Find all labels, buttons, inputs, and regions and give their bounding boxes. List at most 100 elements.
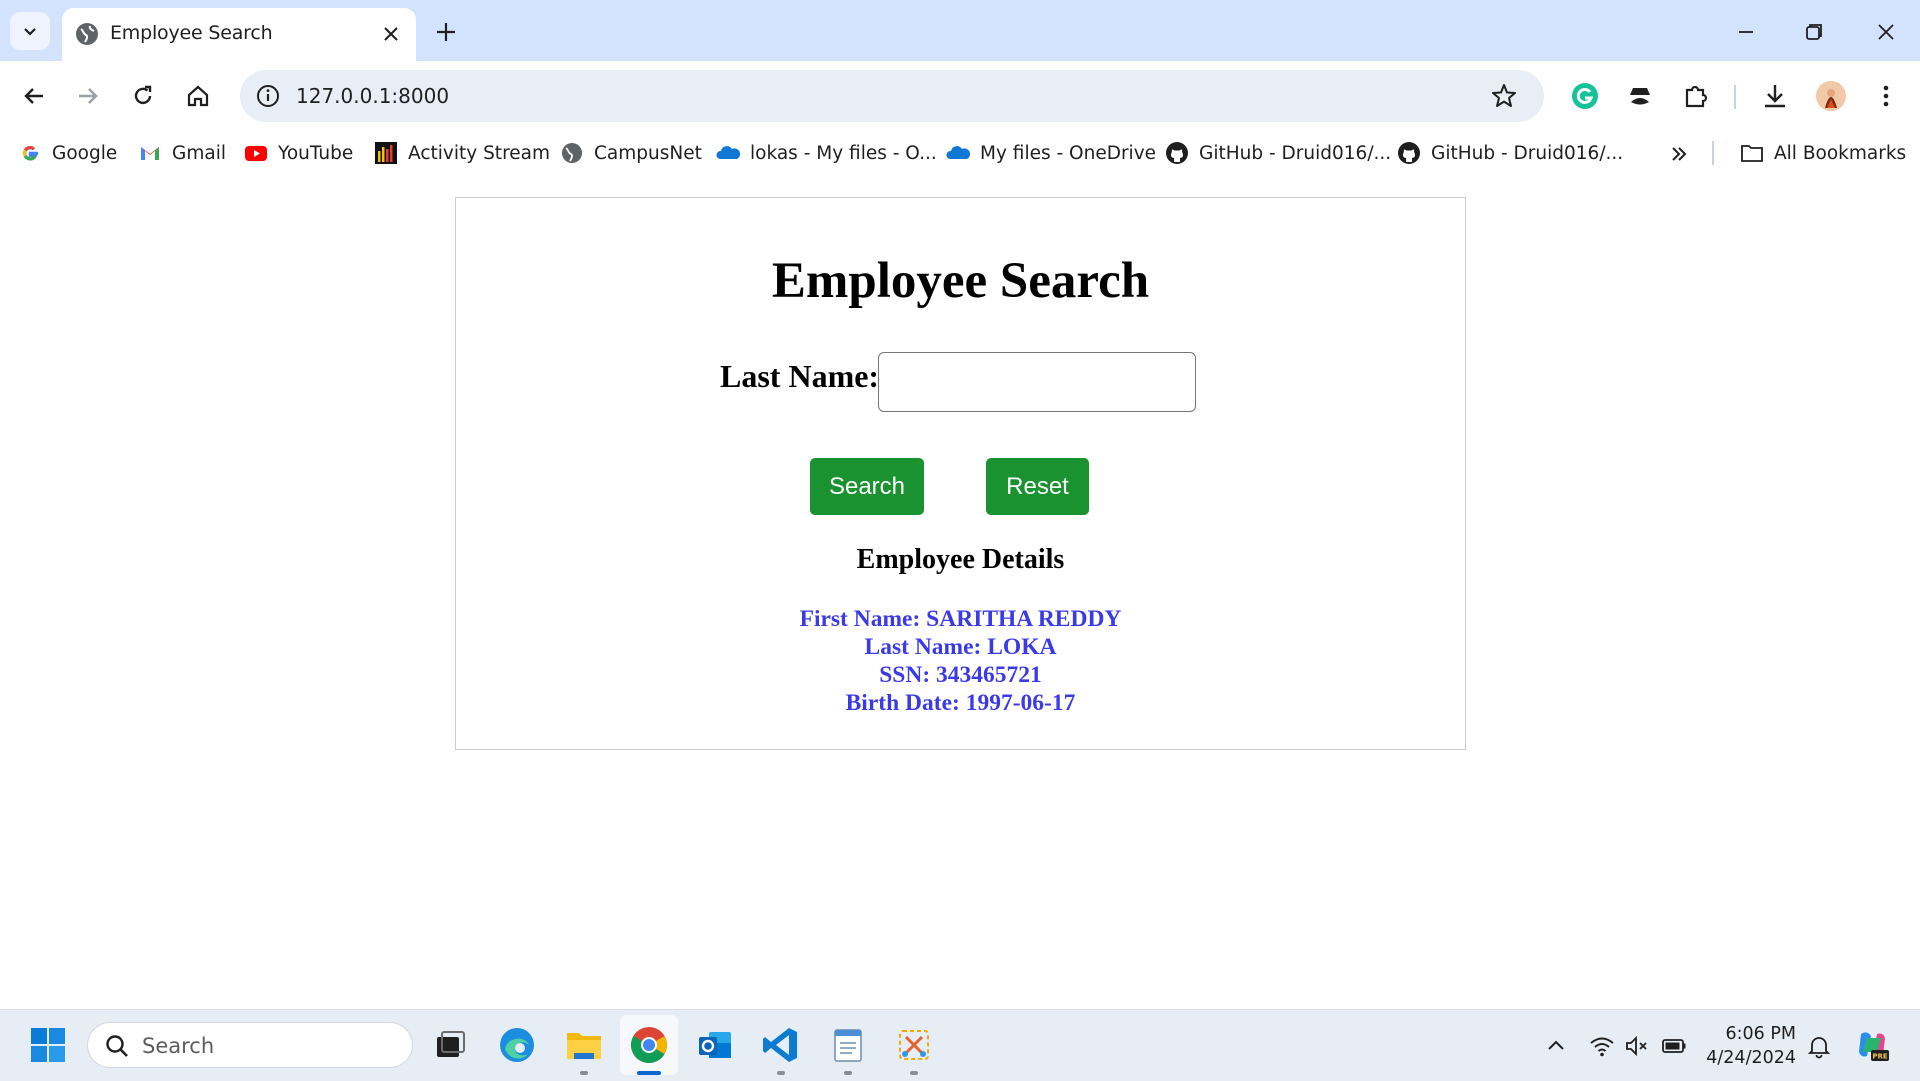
tab-title: Employee Search bbox=[110, 22, 273, 44]
minimize-icon[interactable] bbox=[1730, 16, 1762, 48]
chevron-up-icon[interactable] bbox=[1542, 1032, 1570, 1060]
github-icon bbox=[1166, 142, 1188, 164]
chrome-icon[interactable] bbox=[627, 1023, 671, 1067]
grammarly-icon[interactable] bbox=[1569, 80, 1601, 112]
running-indicator bbox=[910, 1071, 918, 1075]
snipping-tool-icon[interactable] bbox=[892, 1023, 936, 1067]
site-info-icon[interactable] bbox=[254, 82, 282, 110]
vscode-icon[interactable] bbox=[759, 1023, 803, 1067]
onedrive-icon bbox=[716, 146, 740, 159]
activity-stream-icon bbox=[375, 142, 397, 164]
system-clock[interactable]: 6:06 PM 4/24/2024 bbox=[1690, 1022, 1796, 1070]
github-icon bbox=[1398, 142, 1420, 164]
bookmark-label: GitHub - Druid016/... bbox=[1431, 142, 1624, 164]
edge-browser-icon[interactable] bbox=[495, 1023, 539, 1067]
toolbar-divider bbox=[1734, 85, 1736, 109]
home-icon[interactable] bbox=[182, 80, 214, 112]
reload-icon[interactable] bbox=[127, 80, 159, 112]
taskbar-search-label: Search bbox=[142, 1034, 215, 1058]
first-name-text: First Name: SARITHA REDDY bbox=[799, 606, 1122, 632]
bookmark-label: Gmail bbox=[172, 142, 226, 164]
copilot-icon[interactable]: PRE bbox=[1853, 1026, 1891, 1064]
tab-employee-search[interactable]: Employee Search bbox=[62, 8, 416, 61]
bookmark-label: My files - OneDrive bbox=[980, 142, 1157, 164]
bookmark-label: lokas - My files - O... bbox=[750, 142, 937, 164]
notepad-icon[interactable] bbox=[826, 1023, 870, 1067]
taskbar-search-box[interactable]: Search bbox=[87, 1022, 413, 1068]
employee-search-card: Employee Search Last Name: Search Reset … bbox=[455, 197, 1466, 750]
bookmark-label: Activity Stream bbox=[408, 142, 551, 164]
back-icon[interactable] bbox=[18, 80, 50, 112]
bookmarks-bar: Google Gmail YouTube Activity Stream Cam… bbox=[0, 131, 1920, 175]
bookmark-activity-stream[interactable]: Activity Stream bbox=[374, 139, 550, 167]
tab-search-button[interactable] bbox=[10, 12, 50, 50]
employee-details: First Name: SARITHA REDDY Last Name: LOK… bbox=[456, 605, 1465, 717]
bookmark-label: CampusNet bbox=[594, 142, 702, 164]
search-icon bbox=[106, 1035, 128, 1057]
globe-icon bbox=[76, 23, 98, 45]
onedrive-icon bbox=[946, 146, 970, 159]
browser-toolbar: 127.0.0.1:8000 bbox=[0, 61, 1920, 131]
bookmark-youtube[interactable]: YouTube bbox=[244, 139, 353, 167]
copilot-pre-badge: PRE bbox=[1872, 1053, 1888, 1061]
bookmark-github-2[interactable]: GitHub - Druid016/... bbox=[1397, 139, 1623, 167]
downloads-icon[interactable] bbox=[1759, 80, 1791, 112]
bookmark-label: GitHub - Druid016/... bbox=[1199, 142, 1392, 164]
forward-icon[interactable] bbox=[72, 80, 104, 112]
restore-icon[interactable] bbox=[1798, 16, 1830, 48]
bookmark-star-icon[interactable] bbox=[1490, 82, 1518, 110]
address-bar[interactable]: 127.0.0.1:8000 bbox=[240, 70, 1544, 122]
bookmarks-divider bbox=[1712, 141, 1714, 165]
task-view-icon[interactable] bbox=[428, 1023, 472, 1067]
youtube-icon bbox=[245, 146, 267, 161]
running-indicator bbox=[777, 1071, 785, 1075]
windows-start-icon[interactable] bbox=[26, 1023, 70, 1067]
battery-icon[interactable] bbox=[1660, 1032, 1688, 1060]
running-indicator bbox=[580, 1071, 588, 1075]
search-button[interactable]: Search bbox=[810, 458, 924, 515]
browser-tab-strip: Employee Search bbox=[0, 0, 1920, 61]
bookmark-google[interactable]: Google bbox=[18, 139, 117, 167]
last-name-input[interactable] bbox=[878, 352, 1196, 412]
last-name-label: Last Name: bbox=[720, 358, 880, 394]
bookmark-gmail[interactable]: Gmail bbox=[138, 139, 226, 167]
all-bookmarks-button[interactable]: All Bookmarks bbox=[1740, 139, 1906, 167]
bookmark-onedrive-myfiles[interactable]: My files - OneDrive bbox=[946, 139, 1156, 167]
outlook-icon[interactable] bbox=[693, 1023, 737, 1067]
url-text: 127.0.0.1:8000 bbox=[296, 84, 450, 108]
folder-icon bbox=[1741, 145, 1763, 162]
bookmark-onedrive-lokas[interactable]: lokas - My files - O... bbox=[716, 139, 937, 167]
gmail-icon bbox=[141, 147, 159, 160]
all-bookmarks-label: All Bookmarks bbox=[1774, 142, 1907, 164]
extensions-puzzle-icon[interactable] bbox=[1680, 80, 1712, 112]
bookmark-label: Google bbox=[52, 142, 118, 164]
wifi-icon[interactable] bbox=[1588, 1032, 1616, 1060]
reset-button[interactable]: Reset bbox=[986, 458, 1089, 515]
running-indicator bbox=[844, 1071, 852, 1075]
volume-muted-icon[interactable] bbox=[1623, 1032, 1651, 1060]
close-window-icon[interactable] bbox=[1870, 16, 1902, 48]
close-tab-icon[interactable] bbox=[378, 21, 404, 47]
incognito-extension-icon[interactable] bbox=[1624, 80, 1656, 112]
bookmark-label: YouTube bbox=[278, 142, 354, 164]
chevron-down-icon bbox=[24, 28, 36, 36]
birth-date-text: Birth Date: 1997-06-17 bbox=[845, 690, 1076, 716]
last-name-text: Last Name: LOKA bbox=[864, 634, 1057, 660]
page-title: Employee Search bbox=[771, 253, 1150, 309]
globe-icon bbox=[562, 143, 582, 163]
windows-taskbar: Search 6:06 PM 4/24/2024 PRE bbox=[0, 1009, 1920, 1081]
new-tab-icon[interactable] bbox=[432, 18, 460, 46]
bookmark-github-1[interactable]: GitHub - Druid016/... bbox=[1165, 139, 1391, 167]
bookmarks-overflow-icon[interactable] bbox=[1668, 143, 1690, 165]
bookmark-campusnet[interactable]: CampusNet bbox=[560, 139, 702, 167]
employee-details-heading: Employee Details bbox=[856, 544, 1065, 575]
browser-menu-icon[interactable] bbox=[1870, 80, 1902, 112]
google-icon bbox=[22, 146, 38, 161]
file-explorer-icon[interactable] bbox=[562, 1023, 606, 1067]
notification-bell-icon[interactable] bbox=[1805, 1032, 1833, 1060]
ssn-text: SSN: 343465721 bbox=[879, 662, 1042, 688]
clock-date: 4/24/2024 bbox=[1706, 1048, 1796, 1068]
profile-avatar-icon[interactable] bbox=[1815, 80, 1847, 112]
clock-time: 6:06 PM bbox=[1725, 1024, 1796, 1044]
active-indicator bbox=[637, 1071, 661, 1075]
